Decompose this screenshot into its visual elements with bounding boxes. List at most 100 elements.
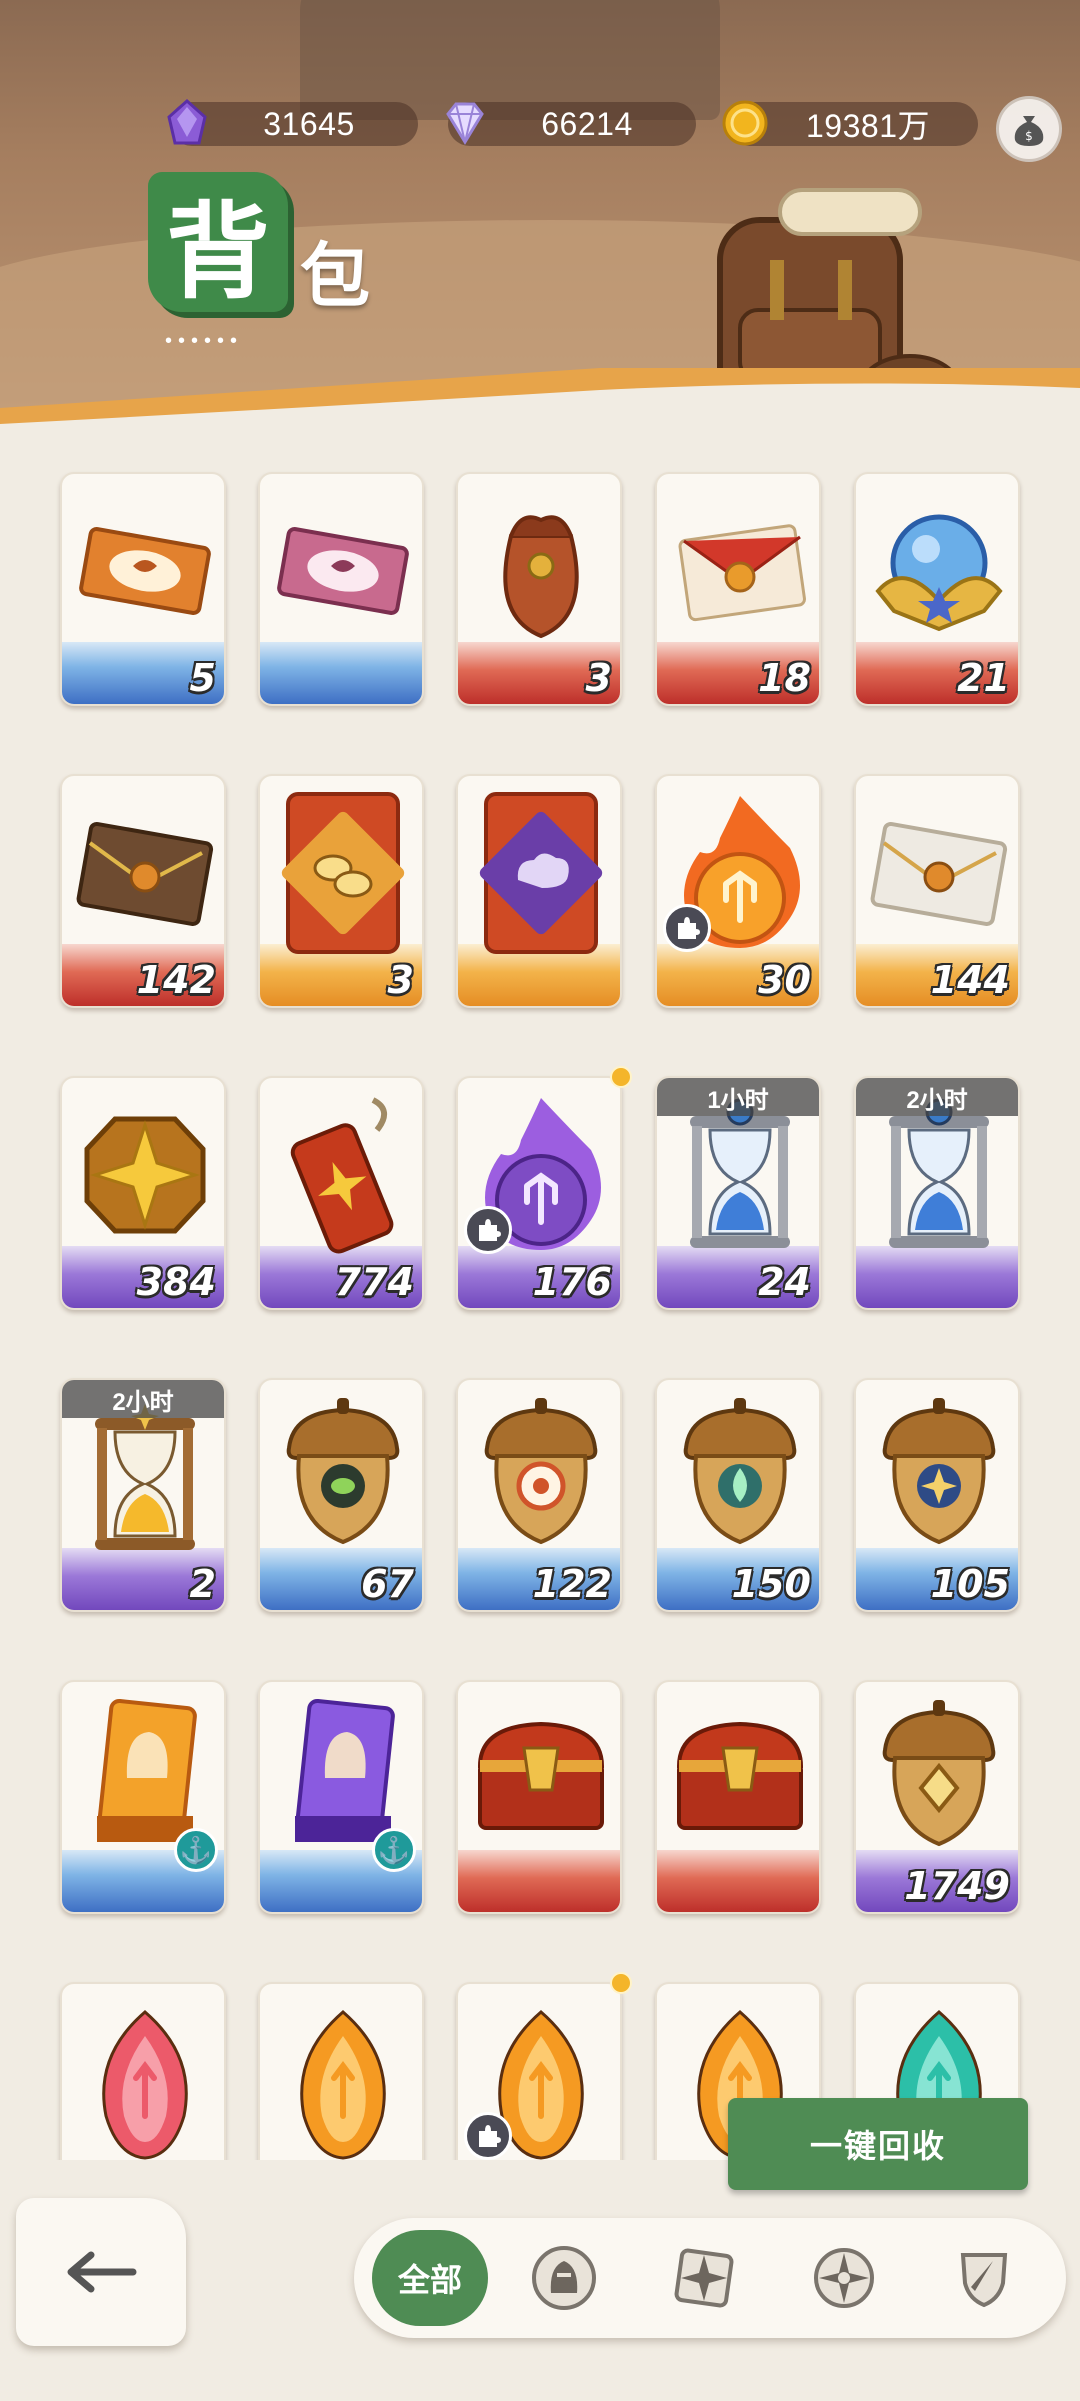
one-click-recycle-button[interactable]: 一键回收 — [728, 2098, 1028, 2190]
chest-red-icon — [466, 1694, 616, 1864]
compass-star-icon — [674, 2248, 734, 2308]
inventory-item[interactable]: 105 — [854, 1378, 1020, 1612]
inventory-item[interactable]: 142 — [60, 774, 226, 1008]
back-button[interactable] — [16, 2198, 186, 2346]
acorn-eye-icon — [268, 1392, 418, 1562]
header-wave — [0, 368, 1080, 440]
pouch-icon — [466, 486, 616, 656]
puzzle-icon — [464, 2112, 512, 2160]
new-indicator-dot — [610, 1066, 632, 1088]
item-count: 774 — [334, 1260, 414, 1304]
item-count: 3 — [585, 656, 612, 700]
tab-consumables[interactable] — [804, 2238, 884, 2318]
currency-diamond[interactable]: 66214 — [446, 102, 696, 146]
diamond-icon — [436, 94, 494, 152]
inventory-item[interactable]: 150 — [655, 1378, 821, 1612]
tab-materials[interactable] — [664, 2238, 744, 2318]
arrow-left-icon — [67, 2251, 137, 2293]
money-bag-button[interactable]: $ — [996, 96, 1062, 162]
puzzle-icon — [464, 1206, 512, 1254]
item-duration-tag: 2小时 — [62, 1380, 224, 1418]
item-count: 3 — [387, 958, 414, 1002]
purple-crystal-icon — [158, 94, 216, 152]
item-count: 21 — [957, 656, 1010, 700]
acorn-diamond-icon — [864, 1694, 1014, 1864]
red-envelope-coins-icon — [268, 788, 418, 958]
acorn-star-icon — [864, 1392, 1014, 1562]
inventory-item[interactable]: 18 — [655, 472, 821, 706]
item-count: 18 — [758, 656, 811, 700]
seed-red-icon — [70, 1996, 220, 2160]
anchor-icon: ⚓ — [174, 1828, 218, 1872]
inventory-item[interactable] — [456, 774, 622, 1008]
inventory-item[interactable]: 3 — [258, 774, 424, 1008]
title-dots: •••••• — [165, 330, 244, 352]
inventory-item[interactable]: 774 — [258, 1076, 424, 1310]
acorn-leaf-icon — [665, 1392, 815, 1562]
currency-gold-coin[interactable]: 19381万 — [722, 100, 978, 146]
item-count: 142 — [136, 958, 216, 1002]
knight-helmet-icon — [532, 2246, 596, 2310]
inventory-item[interactable]: ⚓ — [60, 1680, 226, 1914]
inventory-item[interactable]: 2小时 2 — [60, 1378, 226, 1612]
inventory-item[interactable] — [655, 1680, 821, 1914]
inventory-item[interactable] — [60, 1982, 226, 2160]
inventory-grid[interactable]: 5 3 18 21 142 3 30 144 384 774 176 1小时 24 2小时 2小时 2 67 12… — [0, 440, 1080, 2160]
currency-purple-crystal[interactable]: 31645 — [167, 98, 418, 146]
envelope-white-icon — [864, 788, 1014, 958]
inventory-item[interactable]: 122 — [456, 1378, 622, 1612]
inventory-item[interactable]: 144 — [854, 774, 1020, 1008]
inventory-item[interactable] — [456, 1680, 622, 1914]
page-title-main: 背 — [148, 172, 288, 313]
item-count: 30 — [758, 958, 811, 1002]
puzzle-icon — [663, 904, 711, 952]
item-count: 5 — [189, 656, 216, 700]
inventory-item[interactable]: 5 — [60, 472, 226, 706]
svg-text:$: $ — [1025, 129, 1033, 143]
item-duration-tag: 2小时 — [856, 1078, 1018, 1116]
inventory-item[interactable]: 21 — [854, 472, 1020, 706]
inventory-item[interactable]: 2小时 — [854, 1076, 1020, 1310]
item-duration-tag: 1小时 — [657, 1078, 819, 1116]
header-banner: 31645 66214 19381万 $ 背 包 •••••• — [0, 0, 1080, 440]
inventory-item[interactable]: 176 — [456, 1076, 622, 1310]
acorn-target-icon — [466, 1392, 616, 1562]
inventory-item[interactable]: 67 — [258, 1378, 424, 1612]
inventory-item[interactable]: 384 — [60, 1076, 226, 1310]
crystal-orb-icon — [864, 486, 1014, 656]
item-count: 1749 — [904, 1864, 1010, 1908]
inventory-item[interactable] — [258, 1982, 424, 2160]
page-title-sub: 包 — [300, 234, 370, 317]
ticket-pink-icon — [268, 486, 418, 656]
item-count: 2 — [189, 1562, 216, 1606]
inventory-item[interactable] — [258, 472, 424, 706]
firecracker-icon — [268, 1090, 418, 1260]
item-count: 150 — [731, 1562, 811, 1606]
tab-all[interactable]: 全部 — [372, 2230, 488, 2326]
tab-equipment[interactable] — [524, 2238, 604, 2318]
inventory-item[interactable]: 30 — [655, 774, 821, 1008]
item-count: 122 — [532, 1562, 612, 1606]
anchor-icon: ⚓ — [372, 1828, 416, 1872]
item-count: 105 — [930, 1562, 1010, 1606]
item-count: 384 — [136, 1260, 216, 1304]
chest-red-icon — [665, 1694, 815, 1864]
new-indicator-dot — [610, 1972, 632, 1994]
envelope-brown-icon — [70, 788, 220, 958]
gold-coin-icon — [716, 94, 774, 152]
inventory-item[interactable]: 3 — [456, 472, 622, 706]
category-tabbar: 全部 — [354, 2218, 1066, 2338]
tab-weapons[interactable] — [944, 2238, 1024, 2318]
red-envelope-cloud-icon — [466, 788, 616, 958]
inventory-item[interactable] — [456, 1982, 622, 2160]
sword-shield-icon — [960, 2253, 1008, 2308]
inventory-item[interactable]: 1749 — [854, 1680, 1020, 1914]
inventory-item[interactable]: 1小时 24 — [655, 1076, 821, 1310]
item-count: 67 — [361, 1562, 414, 1606]
money-bag-icon: $ — [1014, 116, 1044, 146]
ticket-orange-icon — [70, 486, 220, 656]
item-count: 176 — [532, 1260, 612, 1304]
letter-red-icon — [665, 486, 815, 656]
item-count: 24 — [758, 1260, 811, 1304]
inventory-item[interactable]: ⚓ — [258, 1680, 424, 1914]
